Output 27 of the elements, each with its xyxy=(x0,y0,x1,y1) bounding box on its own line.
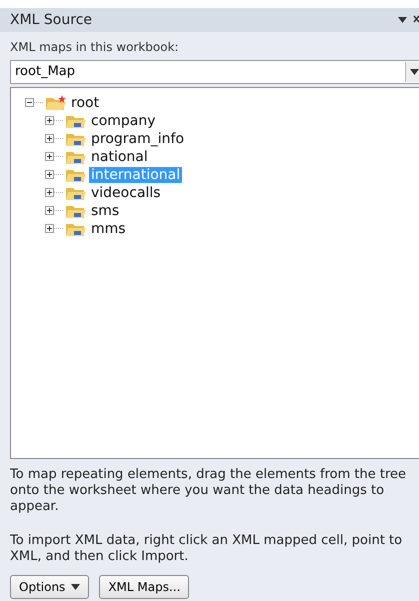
maps-label: XML maps in this workbook: xyxy=(10,40,180,54)
options-button[interactable]: Options xyxy=(10,575,90,599)
expand-icon[interactable] xyxy=(45,115,63,126)
xml-maps-button[interactable]: XML Maps... xyxy=(99,575,190,599)
caret-icon xyxy=(71,584,80,590)
tree-item[interactable]: company xyxy=(89,112,158,129)
tree-item[interactable]: videocalls xyxy=(89,184,163,201)
caret-icon xyxy=(410,68,418,75)
expand-icon[interactable] xyxy=(45,205,63,216)
help-text: To map repeating elements, drag the elements from the tree onto the worksheet where you want the data headings to appear. xyxy=(10,467,408,515)
folder-icon xyxy=(45,94,67,111)
map-select[interactable]: root_Map xyxy=(10,60,419,84)
dropdown-icon[interactable] xyxy=(398,17,407,23)
expand-icon[interactable] xyxy=(45,133,63,144)
tree-item[interactable]: root xyxy=(69,94,102,111)
expand-icon[interactable] xyxy=(45,223,63,234)
tree-item[interactable]: sms xyxy=(89,202,122,219)
close-icon[interactable] xyxy=(413,15,419,25)
help-text: To import XML data, right click an XML mapped cell, point to XML, and then click Import. xyxy=(10,533,404,565)
tree-item[interactable]: national xyxy=(89,148,150,165)
expand-icon[interactable] xyxy=(45,151,63,162)
expand-icon[interactable] xyxy=(45,169,63,180)
tree-item[interactable]: program_info xyxy=(89,130,186,147)
expand-icon[interactable] xyxy=(45,187,63,198)
tree-item[interactable]: mms xyxy=(89,220,128,237)
collapse-icon[interactable] xyxy=(25,97,43,108)
panel-title: XML Source xyxy=(10,12,94,28)
